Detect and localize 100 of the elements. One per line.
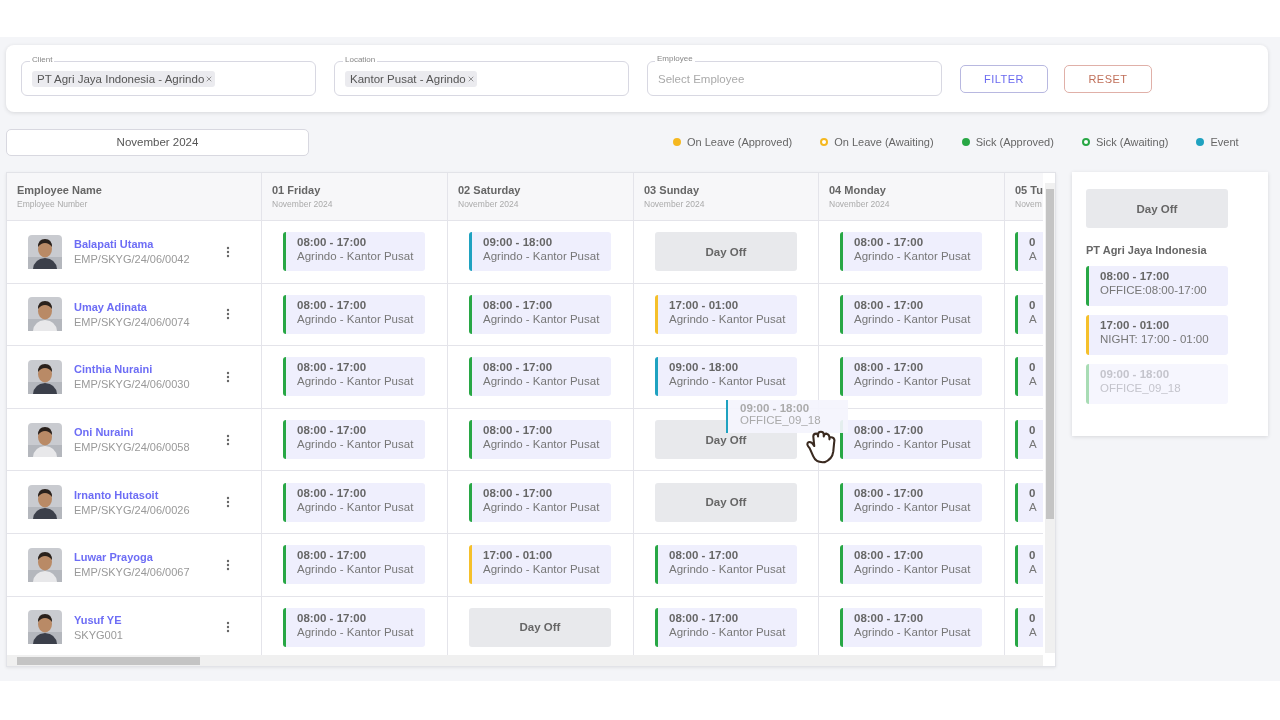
employee-number: EMP/SKYG/24/06/0030 — [74, 378, 191, 391]
employee-name[interactable]: Umay Adinata — [74, 300, 214, 313]
shift-card[interactable]: 0 A — [1015, 357, 1043, 397]
remove-icon[interactable] — [467, 75, 474, 82]
shift-time: 08:00 - 17:00 — [297, 236, 368, 249]
employee-name[interactable]: Luwar Prayoga — [74, 551, 214, 564]
shift-location: A — [1029, 500, 1038, 513]
shift-template[interactable]: 17:00 - 01:00 NIGHT: 17:00 - 01:00 — [1086, 315, 1228, 355]
shift-card[interactable]: 08:00 - 17:00 Agrindo - Kantor Pusat — [283, 294, 425, 334]
shift-card[interactable]: 08:00 - 17:00 Agrindo - Kantor Pusat — [469, 482, 611, 522]
day-off-card[interactable]: Day Off — [469, 607, 611, 647]
employee-number: EMP/SKYG/24/06/0074 — [74, 315, 191, 328]
shift-card[interactable]: 08:00 - 17:00 Agrindo - Kantor Pusat — [840, 232, 982, 272]
shift-time: 08:00 - 17:00 — [483, 298, 554, 311]
shift-time: 17:00 - 01:00 — [1100, 319, 1171, 331]
shift-time: 17:00 - 01:00 — [669, 298, 740, 311]
employee-name[interactable]: Irnanto Hutasoit — [74, 488, 214, 501]
shift-location: A — [1029, 438, 1038, 451]
shift-card[interactable]: 17:00 - 01:00 Agrindo - Kantor Pusat — [469, 545, 611, 585]
employee-number: EMP/SKYG/24/06/0067 — [74, 566, 191, 579]
shift-time: 08:00 - 17:00 — [854, 298, 925, 311]
shift-time: 08:00 - 17:00 — [297, 611, 368, 624]
shift-card[interactable]: 08:00 - 17:00 Agrindo - Kantor Pusat — [283, 482, 425, 522]
shift-card[interactable]: 08:00 - 17:00 Agrindo - Kantor Pusat — [840, 482, 982, 522]
shift-card[interactable]: 08:00 - 17:00 Agrindo - Kantor Pusat — [283, 607, 425, 647]
vertical-scrollbar[interactable] — [1045, 183, 1055, 653]
shift-location: Agrindo - Kantor Pusat — [483, 375, 601, 388]
shift-card[interactable]: 09:00 - 18:00 Agrindo - Kantor Pusat — [655, 357, 797, 397]
shift-location: Agrindo - Kantor Pusat — [669, 312, 787, 325]
shift-card[interactable]: 17:00 - 01:00 Agrindo - Kantor Pusat — [655, 294, 797, 334]
shift-time: 0 — [1029, 298, 1037, 311]
shift-location: Agrindo - Kantor Pusat — [669, 625, 787, 638]
shift-card[interactable]: 08:00 - 17:00 Agrindo - Kantor Pusat — [840, 607, 982, 647]
shift-location: Agrindo - Kantor Pusat — [297, 312, 415, 325]
employee-number: EMP/SKYG/24/06/0058 — [74, 441, 191, 454]
shift-card[interactable]: 08:00 - 17:00 Agrindo - Kantor Pusat — [283, 420, 425, 460]
more-icon[interactable] — [226, 558, 230, 571]
shift-card[interactable]: 08:00 - 17:00 Agrindo - Kantor Pusat — [840, 420, 982, 460]
tag-text: PT Agri Jaya Indonesia - Agrindo — [37, 72, 205, 85]
reset-button[interactable]: RESET — [1064, 64, 1152, 93]
shift-time: 08:00 - 17:00 — [854, 424, 925, 437]
shift-location: Agrindo - Kantor Pusat — [297, 438, 415, 451]
shift-card[interactable]: 08:00 - 17:00 Agrindo - Kantor Pusat — [469, 294, 611, 334]
horizontal-scrollbar[interactable] — [7, 655, 1043, 666]
shift-card[interactable]: 08:00 - 17:00 Agrindo - Kantor Pusat — [469, 357, 611, 397]
shift-time: 08:00 - 17:00 — [297, 486, 368, 499]
legend-label: On Leave (Awaiting) — [834, 136, 934, 148]
shift-location: Agrindo - Kantor Pusat — [297, 375, 415, 388]
shift-card[interactable]: 08:00 - 17:00 Agrindo - Kantor Pusat — [283, 357, 425, 397]
shift-card[interactable]: 08:00 - 17:00 Agrindo - Kantor Pusat — [283, 545, 425, 585]
employee-name[interactable]: Balapati Utama — [74, 238, 214, 251]
shift-time: 0 — [1029, 549, 1037, 562]
shift-location: Agrindo - Kantor Pusat — [669, 375, 787, 388]
shift-card[interactable]: 0 A — [1015, 420, 1043, 460]
shift-card[interactable]: 09:00 - 18:00 Agrindo - Kantor Pusat — [469, 232, 611, 272]
filter-button[interactable]: FILTER — [960, 64, 1048, 93]
legend-label: Sick (Approved) — [975, 136, 1054, 148]
legend-label: Event — [1210, 136, 1239, 148]
more-icon[interactable] — [226, 621, 230, 634]
tag-text: Kantor Pusat - Agrindo — [350, 72, 466, 85]
shift-location: Agrindo - Kantor Pusat — [854, 250, 972, 263]
shift-card[interactable]: 0 A — [1015, 232, 1043, 272]
shift-location: Agrindo - Kantor Pusat — [483, 312, 601, 325]
more-icon[interactable] — [226, 308, 230, 321]
shift-location: Agrindo - Kantor Pusat — [854, 312, 972, 325]
more-icon[interactable] — [226, 371, 230, 383]
shift-card[interactable]: 0 A — [1015, 545, 1043, 585]
shift-time: 0 — [1029, 611, 1037, 624]
shift-card[interactable]: 0 A — [1015, 482, 1043, 522]
column-header: 05 Tu — [1015, 184, 1043, 196]
shift-card[interactable]: 08:00 - 17:00 Agrindo - Kantor Pusat — [840, 294, 982, 334]
employee-name[interactable]: Yusuf YE — [74, 613, 214, 626]
shift-location: Agrindo - Kantor Pusat — [297, 500, 415, 513]
day-off-card[interactable]: Day Off — [655, 482, 797, 522]
employee-name[interactable]: Cinthia Nuraini — [74, 363, 214, 376]
employee-name[interactable]: Oni Nuraini — [74, 426, 214, 439]
shift-time: 08:00 - 17:00 — [483, 486, 554, 499]
more-icon[interactable] — [226, 433, 230, 446]
day-off-card[interactable]: Day Off — [1086, 189, 1228, 228]
shift-card[interactable]: 08:00 - 17:00 Agrindo - Kantor Pusat — [283, 232, 425, 272]
shift-template[interactable]: 08:00 - 17:00 OFFICE:08:00-17:00 — [1086, 266, 1228, 306]
shift-time: 08:00 - 17:00 — [297, 549, 368, 562]
remove-icon[interactable] — [206, 75, 213, 82]
shift-card[interactable]: 0 A — [1015, 294, 1043, 334]
month-picker[interactable]: November 2024 — [6, 128, 309, 156]
shift-card[interactable]: 0 A — [1015, 607, 1043, 647]
day-off-card[interactable]: Day Off — [655, 232, 797, 272]
shift-location: A — [1029, 312, 1038, 325]
shift-label: NIGHT: 17:00 - 01:00 — [1100, 333, 1210, 345]
shift-location: Agrindo - Kantor Pusat — [854, 438, 972, 451]
employee-number: EMP/SKYG/24/06/0026 — [74, 503, 191, 516]
shift-card[interactable]: 08:00 - 17:00 Agrindo - Kantor Pusat — [840, 545, 982, 585]
shift-card[interactable]: 08:00 - 17:00 Agrindo - Kantor Pusat — [655, 607, 797, 647]
shift-location: Agrindo - Kantor Pusat — [483, 563, 601, 576]
shift-card[interactable]: 08:00 - 17:00 Agrindo - Kantor Pusat — [469, 420, 611, 460]
more-icon[interactable] — [226, 245, 230, 258]
shift-card[interactable]: 08:00 - 17:00 Agrindo - Kantor Pusat — [840, 357, 982, 397]
shift-card[interactable]: 08:00 - 17:00 Agrindo - Kantor Pusat — [655, 545, 797, 585]
shift-location: Agrindo - Kantor Pusat — [483, 500, 601, 513]
more-icon[interactable] — [226, 496, 230, 509]
